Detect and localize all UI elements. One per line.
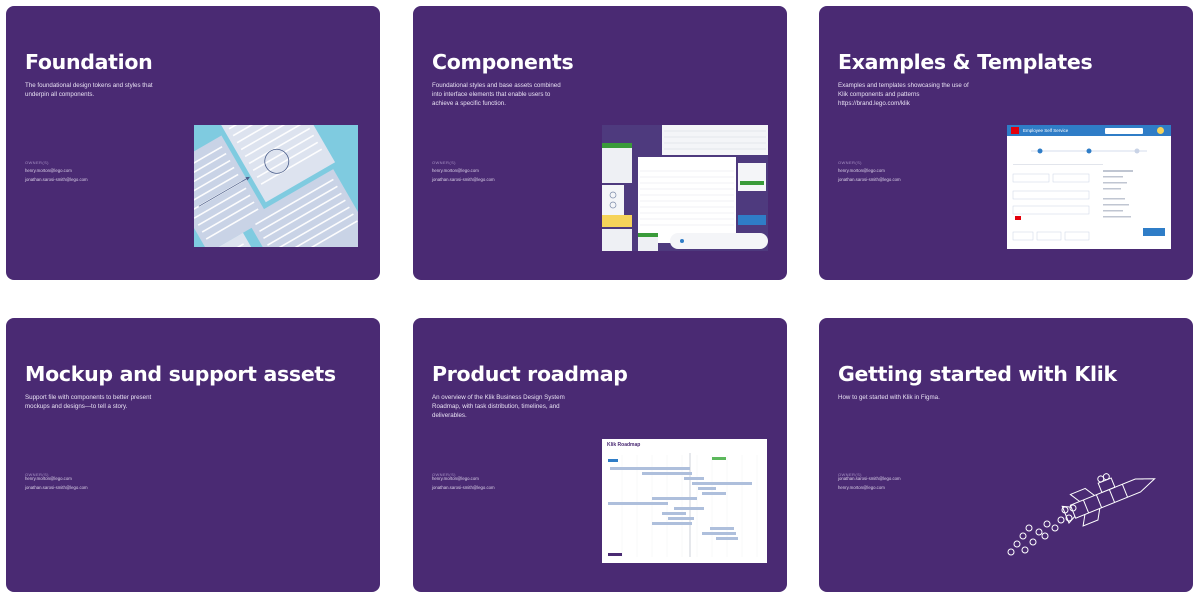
card-title: Mockup and support assets [25, 362, 336, 386]
app-header-title: Employee Self Service [1023, 127, 1069, 133]
file-card-product-roadmap[interactable]: Product roadmap An overview of the Klik … [413, 318, 787, 592]
owner-email: jonathan.sarosi-smith@lego.com [838, 177, 901, 182]
card-description: How to get started with Klik in Figma. [838, 394, 940, 401]
card-thumbnail [602, 125, 768, 251]
owner-email: henry.morton@lego.com [25, 476, 72, 481]
card-thumbnail: Klik Roadmap [602, 439, 767, 563]
owners-label: OWNER(S) [838, 160, 862, 165]
card-description: Support file with components to better p… [25, 394, 152, 410]
card-thumbnail: Employee Self Service [1007, 125, 1171, 249]
card-description: Foundational styles and base assets comb… [432, 82, 561, 107]
owner-email: jonathan.sarosi-smith@lego.com [25, 485, 88, 490]
card-thumbnail [194, 125, 358, 247]
card-title: Components [432, 50, 574, 74]
owner-email: henry.morton@lego.com [432, 168, 479, 173]
file-card-foundation[interactable]: Foundation The foundational design token… [6, 6, 380, 280]
search-box [1105, 127, 1143, 134]
components-collage [602, 125, 768, 251]
owners-label: OWNER(S) [432, 160, 456, 165]
app-header-bar: Employee Self Service [1007, 125, 1171, 136]
owner-email: henry.morton@lego.com [838, 168, 885, 173]
owner-email: henry.morton@lego.com [432, 476, 479, 481]
file-card-getting-started[interactable]: Getting started with Klik How to get sta… [819, 318, 1193, 592]
owner-email: henry.morton@lego.com [25, 168, 72, 173]
card-description: An overview of the Klik Business Design … [432, 394, 565, 419]
file-card-examples-templates[interactable]: Examples & Templates Examples and templa… [819, 6, 1193, 280]
owner-email: jonathan.sarosi-smith@lego.com [432, 177, 495, 182]
card-description: The foundational design tokens and style… [25, 82, 153, 98]
lego-logo-icon [1011, 127, 1019, 134]
card-title: Product roadmap [432, 362, 628, 386]
tilted-frames-illustration [194, 125, 358, 247]
card-title: Getting started with Klik [838, 362, 1117, 386]
gantt-chart-illustration [608, 453, 758, 557]
card-title: Examples & Templates [838, 50, 1093, 74]
owner-email: henry.morton@lego.com [838, 485, 885, 490]
owner-email: jonathan.sarosi-smith@lego.com [838, 476, 901, 481]
owner-email: jonathan.sarosi-smith@lego.com [432, 485, 495, 490]
file-card-components[interactable]: Components Foundational styles and base … [413, 6, 787, 280]
form-wireframe [1012, 148, 1165, 241]
file-card-mockup-assets[interactable]: Mockup and support assets Support file w… [6, 318, 380, 592]
rocket-bricks-icon [1007, 473, 1156, 556]
card-title: Foundation [25, 50, 153, 74]
card-description: Examples and templates showcasing the us… [838, 82, 969, 107]
owner-email: jonathan.sarosi-smith@lego.com [25, 177, 88, 182]
avatar [1157, 127, 1164, 134]
owners-label: OWNER(S) [25, 160, 49, 165]
